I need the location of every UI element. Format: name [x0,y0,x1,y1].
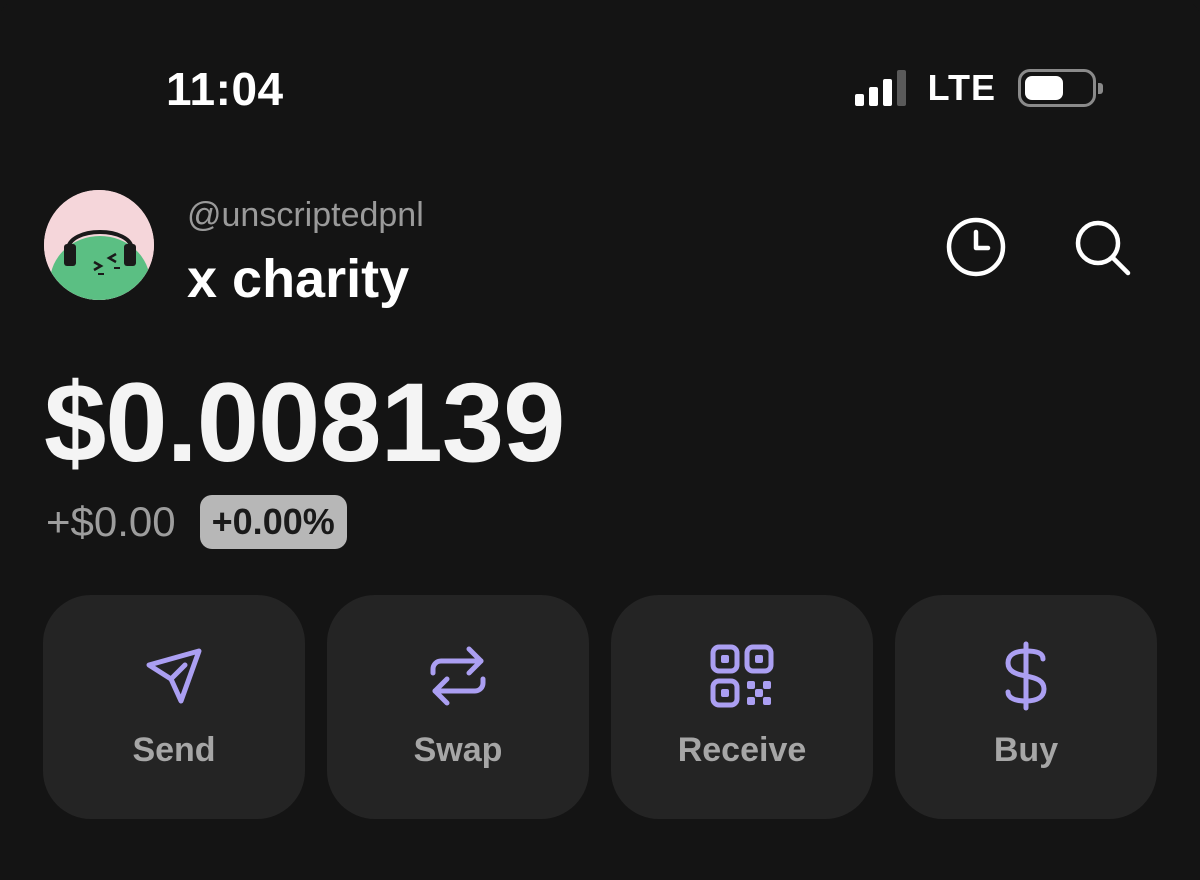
swap-button[interactable]: Swap [327,595,589,819]
change-amount: +$0.00 [46,498,176,545]
swap-icon [421,639,495,713]
balance-value: $0.008139 [44,360,565,485]
wallet-screen: 11:04 LTE @unscriptedpnl x charity $0.00… [0,0,1200,880]
battery-icon [1018,69,1103,107]
status-time: 11:04 [166,63,284,115]
history-button[interactable] [944,215,1008,279]
battery-level [1025,76,1063,100]
qr-code-icon [705,639,779,713]
receive-label: Receive [677,731,807,769]
buy-label: Buy [993,731,1059,769]
buy-button[interactable]: Buy [895,595,1157,819]
signal-strength-icon [854,70,906,106]
history-icon [946,217,1006,277]
account-handle[interactable]: @unscriptedpnl [187,196,424,235]
change-percent-badge: +0.00% [199,495,347,549]
avatar[interactable] [44,190,154,300]
account-name[interactable]: x charity [187,248,409,310]
avatar-image [44,190,154,300]
send-label: Send [132,731,216,769]
search-button[interactable] [1070,215,1134,279]
send-icon [137,639,211,713]
status-indicators: LTE [854,67,1103,108]
balance-change: +$0.00 +0.00% [46,495,347,549]
network-type: LTE [927,67,996,108]
swap-label: Swap [413,731,503,769]
send-button[interactable]: Send [43,595,305,819]
action-bar: Send Swap Receive Buy [43,595,1157,819]
dollar-icon [989,639,1063,713]
receive-button[interactable]: Receive [611,595,873,819]
search-icon [1075,220,1131,276]
